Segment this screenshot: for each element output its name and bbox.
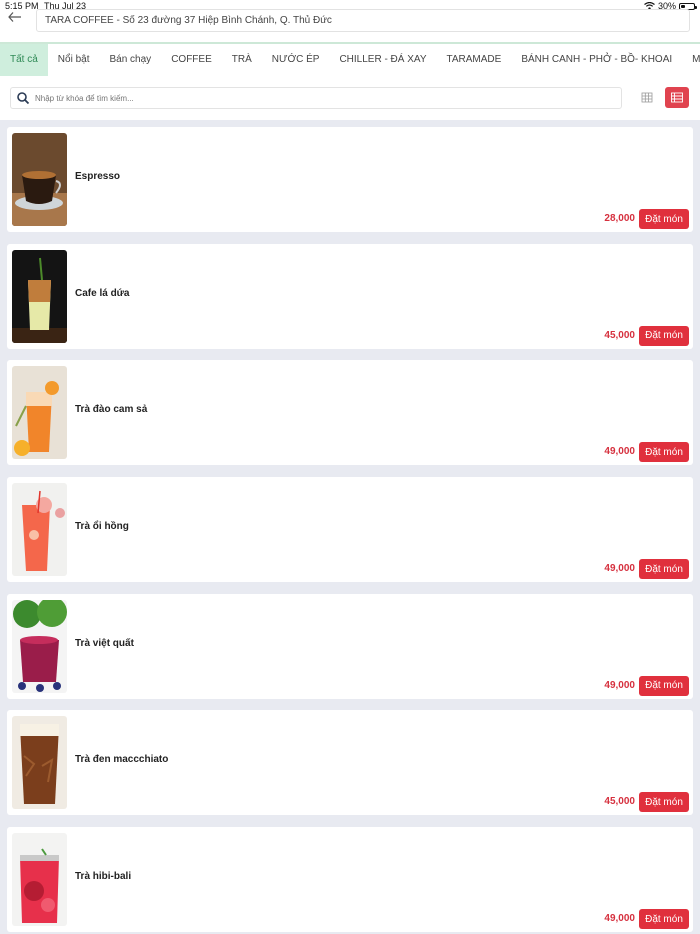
category-tab[interactable]: Tất cả — [0, 44, 48, 76]
product-card[interactable]: Trà ổi hồng 49,000 Đặt món — [7, 477, 693, 583]
product-card[interactable]: Trà việt quất 49,000 Đặt món — [7, 593, 693, 699]
product-name: Trà hibi-bali — [75, 871, 132, 883]
category-tab[interactable]: Bán chạy — [99, 44, 161, 76]
product-price: 45,000 — [604, 329, 635, 341]
order-button[interactable]: Đặt món — [639, 675, 689, 696]
category-tab[interactable]: NƯỚC ÉP — [262, 44, 330, 76]
order-button[interactable]: Đặt món — [639, 559, 689, 580]
product-card[interactable]: Cafe lá dứa 45,000 Đặt món — [7, 243, 693, 349]
product-card[interactable]: Trà đen maccchiato 45,000 Đặt món — [7, 710, 693, 816]
category-tab[interactable]: TRÀ — [222, 44, 262, 76]
product-image[interactable] — [12, 249, 67, 343]
product-price: 28,000 — [604, 213, 635, 224]
search-icon — [11, 87, 35, 109]
list-view-button[interactable] — [665, 87, 689, 108]
product-name: Cafe lá dứa — [75, 287, 130, 299]
product-price: 49,000 — [604, 679, 635, 691]
product-image[interactable] — [12, 366, 67, 460]
product-image[interactable] — [12, 483, 67, 577]
product-image[interactable] — [12, 833, 67, 927]
order-button[interactable]: Đặt món — [639, 792, 689, 813]
battery-level — [681, 4, 685, 8]
search-box[interactable] — [10, 87, 622, 109]
product-price: 49,000 — [604, 913, 635, 925]
category-tab[interactable]: Nổi bật — [48, 44, 100, 76]
product-name: Trà đen maccchiato — [75, 754, 169, 766]
order-button[interactable]: Đặt món — [639, 325, 689, 346]
category-tabs: Tất cả Nổi bật Bán chạy COFFEE TRÀ NƯỚC ÉP CHI… — [0, 42, 700, 76]
order-button[interactable]: Đặt món — [639, 909, 689, 930]
store-address-field[interactable]: TARA COFFEE - Số 23 đường 37 Hiệp Bình C… — [36, 9, 690, 32]
product-price: 49,000 — [604, 446, 635, 458]
product-name: Trà việt quất — [75, 637, 134, 649]
product-name: Espresso — [75, 171, 121, 182]
product-card[interactable]: Trà hibi-bali 49,000 Đặt món — [7, 827, 693, 933]
product-card[interactable]: Trà đào cam sả 49,000 Đặt món — [7, 360, 693, 466]
list-icon — [671, 92, 683, 103]
grid-icon — [641, 92, 653, 103]
grid-view-button[interactable] — [635, 87, 659, 108]
product-name: Trà ổi hồng — [75, 521, 129, 533]
product-image[interactable] — [12, 599, 67, 693]
product-image[interactable] — [12, 133, 67, 226]
product-list: Espresso 28,000 Đặt món Cafe lá dứa 45,000 Đặ… — [7, 127, 693, 934]
order-button[interactable]: Đặt món — [639, 442, 689, 463]
search-input[interactable] — [35, 93, 595, 103]
product-card[interactable]: Espresso 28,000 Đặt món — [7, 127, 693, 232]
product-price: 45,000 — [604, 796, 635, 808]
category-tab[interactable]: BÁNH CANH - PHỞ - BỒ- KHOAI — [511, 44, 682, 76]
category-tab[interactable]: COFFEE — [161, 44, 222, 76]
category-tab[interactable]: CHILLER - ĐÁ XAY — [329, 44, 436, 76]
header: 5:15 PM Thu Jul 23 30% TARA COFFEE - Số … — [0, 0, 700, 42]
back-arrow-icon[interactable] — [8, 10, 26, 28]
category-tab[interactable]: MÓN THÊM — [682, 44, 700, 76]
search-bar — [0, 76, 700, 120]
product-price: 49,000 — [604, 563, 635, 575]
product-name: Trà đào cam sả — [75, 404, 148, 416]
category-tab[interactable]: TARAMADE — [437, 44, 512, 76]
order-button[interactable]: Đặt món — [639, 209, 689, 229]
product-image[interactable] — [12, 716, 67, 810]
